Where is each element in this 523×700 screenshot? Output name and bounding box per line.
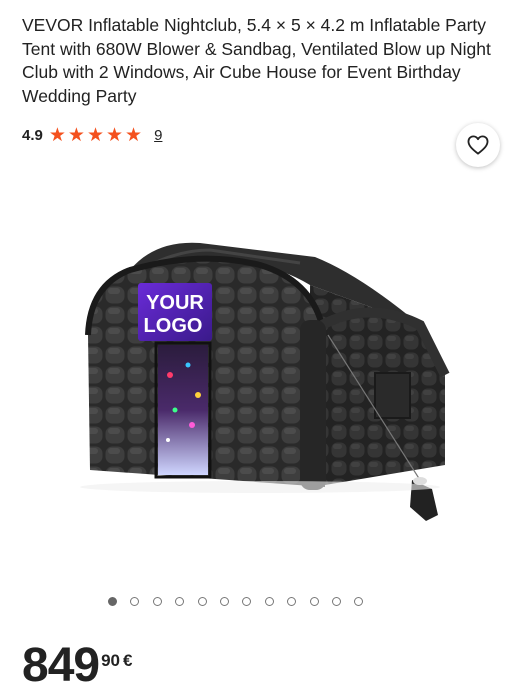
carousel-dot[interactable] — [264, 597, 274, 606]
review-count-link[interactable]: 9 — [154, 127, 162, 144]
logo-text-line2: LOGO — [144, 315, 203, 337]
carousel-dot[interactable] — [219, 597, 229, 606]
carousel-indicators — [108, 597, 364, 606]
carousel-dot[interactable] — [331, 597, 341, 606]
price-currency: € — [123, 651, 133, 670]
heart-icon — [467, 135, 489, 155]
rating-value: 4.9 — [22, 126, 43, 144]
star-icon: ★ — [125, 124, 143, 146]
star-icon: ★ — [48, 124, 66, 146]
carousel-dot[interactable] — [287, 597, 297, 606]
carousel-dot[interactable] — [152, 597, 162, 606]
star-icon: ★ — [106, 124, 124, 146]
carousel-dot[interactable] — [130, 597, 140, 606]
product-title: VEVOR Inflatable Nightclub, 5.4 × 5 × 4.… — [22, 15, 491, 106]
product-rating[interactable]: 4.9 ★ ★ ★ ★ ★ 9 — [22, 124, 162, 146]
star-icon: ★ — [67, 124, 85, 146]
carousel-dot[interactable] — [175, 597, 185, 606]
price-integer: 849 — [22, 639, 100, 692]
rating-stars: ★ ★ ★ ★ ★ — [49, 126, 142, 145]
price-decimals: 90 — [101, 651, 121, 670]
carousel-dot[interactable] — [354, 597, 364, 606]
carousel-dot[interactable] — [242, 597, 252, 606]
carousel-dot[interactable] — [108, 597, 117, 606]
logo-text-line1: YOUR — [146, 292, 204, 314]
carousel-dot[interactable] — [197, 597, 207, 606]
product-image[interactable]: YOUR LOGO — [60, 225, 460, 545]
star-icon: ★ — [86, 124, 104, 146]
product-price: 849 90 € — [22, 642, 132, 690]
wishlist-button[interactable] — [456, 123, 500, 167]
carousel-dot[interactable] — [309, 597, 319, 606]
